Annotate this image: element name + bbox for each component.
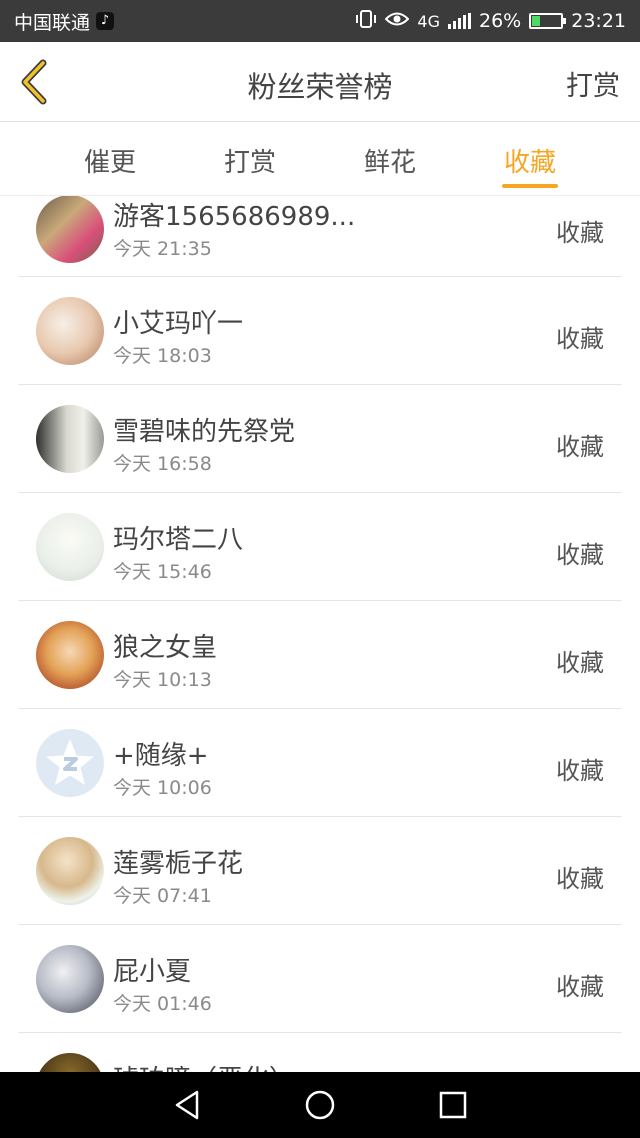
tab-urge[interactable]: 催更: [60, 122, 160, 179]
favorite-label: 收藏: [556, 541, 604, 569]
list-item[interactable]: 雪碧味的先祭党 今天 16:58 收藏: [18, 385, 622, 493]
timestamp: 今天 10:06: [113, 777, 212, 799]
timestamp: 今天 21:35: [113, 238, 212, 260]
status-bar: 中国联通 ♪ 4G 26% 23:21: [0, 0, 640, 42]
user-name: 游客1565686989...: [113, 202, 356, 232]
favorite-label: 收藏: [556, 865, 604, 893]
tab-reward[interactable]: 打赏: [200, 122, 300, 179]
carrier-name: 中国联通: [14, 11, 91, 34]
favorite-label: 收藏: [556, 325, 604, 353]
avatar: [36, 837, 104, 905]
list-item[interactable]: +随缘+ 今天 10:06 收藏: [18, 709, 622, 817]
recents-nav-button[interactable]: [433, 1085, 473, 1125]
avatar: [36, 621, 104, 689]
signal-icon: [448, 13, 471, 29]
avatar: [36, 513, 104, 581]
user-name: 雪碧味的先祭党: [113, 417, 296, 447]
avatar: [36, 297, 104, 365]
circle-home-icon: [305, 1090, 335, 1120]
home-nav-button[interactable]: [300, 1085, 340, 1125]
user-name: 屁小夏: [113, 957, 192, 987]
list-item[interactable]: 玛尔塔二八 今天 15:46 收藏: [18, 493, 622, 601]
tab-flowers[interactable]: 鲜花: [340, 122, 440, 179]
system-nav-bar: [0, 1072, 640, 1138]
back-nav-button[interactable]: [167, 1085, 207, 1125]
timestamp: 今天 10:13: [113, 669, 212, 691]
reward-button[interactable]: 打赏: [566, 64, 620, 103]
favorite-label: 收藏: [556, 219, 604, 247]
favorite-label: 收藏: [556, 973, 604, 1001]
tiktok-icon: ♪: [96, 12, 115, 30]
user-name: 小艾玛吖一: [113, 309, 244, 339]
clock: 23:21: [571, 10, 626, 32]
timestamp: 今天 16:58: [113, 453, 212, 475]
avatar: [36, 945, 104, 1013]
timestamp: 今天 01:46: [113, 993, 212, 1015]
list-item[interactable]: 游客1565686989... 今天 21:35 收藏: [18, 196, 622, 277]
favorite-label: 收藏: [556, 649, 604, 677]
fan-list: 游客1565686989... 今天 21:35 收藏 小艾玛吖一 今天 18:…: [18, 196, 622, 1072]
triangle-back-icon: [175, 1090, 198, 1120]
battery-icon: [529, 13, 567, 29]
avatar: [36, 729, 104, 797]
vibrate-icon: [355, 9, 377, 34]
header: 粉丝荣誉榜 打赏: [0, 42, 640, 122]
user-name: 狼之女皇: [113, 633, 218, 663]
list-item[interactable]: 屁小夏 今天 01:46 收藏: [18, 925, 622, 1033]
tab-bar: 催更 打赏 鲜花 收藏: [0, 122, 640, 196]
page-title: 粉丝荣誉榜: [247, 70, 393, 104]
favorite-label: 收藏: [556, 757, 604, 785]
avatar: [36, 1053, 104, 1072]
eye-icon: [385, 10, 410, 33]
star-icon: [46, 739, 94, 785]
avatar: [36, 405, 104, 473]
battery-percent: 26%: [479, 10, 522, 32]
list-item[interactable]: 莲雾栀子花 今天 07:41 收藏: [18, 817, 622, 925]
carrier-group: 中国联通 ♪: [14, 8, 115, 35]
user-name: 莲雾栀子花: [113, 849, 244, 879]
timestamp: 今天 18:03: [113, 345, 212, 367]
timestamp: 今天 07:41: [113, 885, 212, 907]
user-name: 玛尔塔二八: [113, 525, 244, 555]
tab-favorites[interactable]: 收藏: [480, 122, 580, 188]
list-item[interactable]: 狼之女皇 今天 10:13 收藏: [18, 601, 622, 709]
list-item[interactable]: 琥珀瞳（恶化）: [18, 1033, 622, 1072]
network-type: 4G: [417, 11, 440, 31]
user-name: 琥珀瞳（恶化）: [113, 1059, 295, 1072]
status-icons: 4G 26% 23:21: [355, 9, 626, 34]
user-name: +随缘+: [113, 741, 209, 771]
timestamp: 今天 15:46: [113, 561, 212, 583]
favorite-label: 收藏: [556, 433, 604, 461]
avatar: [36, 196, 104, 263]
square-recents-icon: [440, 1091, 467, 1119]
list-item[interactable]: 小艾玛吖一 今天 18:03 收藏: [18, 277, 622, 385]
